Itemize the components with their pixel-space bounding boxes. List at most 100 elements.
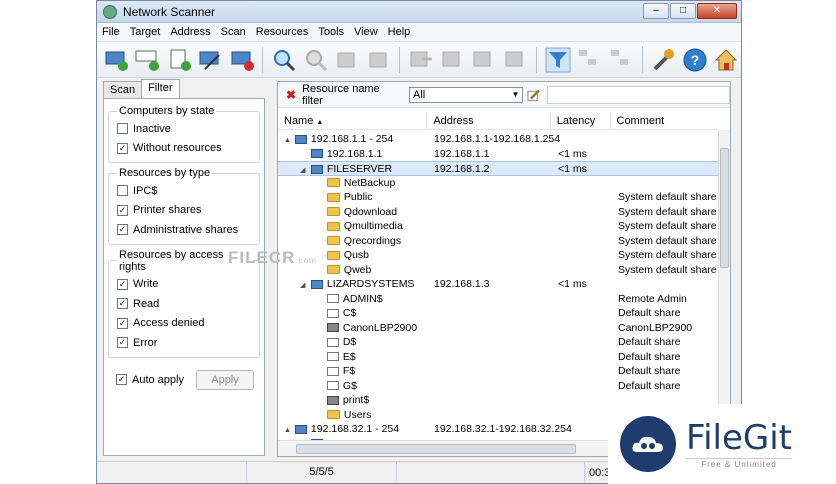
tree-collapse-button[interactable] (606, 45, 635, 75)
menu-resources[interactable]: Resources (251, 26, 314, 38)
folder-icon (326, 192, 340, 202)
tree-row[interactable]: Qdownload System default share (278, 205, 718, 220)
name-cell: Qmultimedia (316, 219, 403, 233)
filter-checkbox-row[interactable]: ✓ Administrative shares (117, 220, 253, 240)
tab-filter[interactable]: Filter (141, 79, 180, 98)
column-name[interactable]: Name ▲ (278, 112, 428, 129)
add-ip-range-button[interactable] (132, 45, 161, 75)
tree-row[interactable]: C$ Default share (278, 306, 718, 321)
tree-row[interactable]: Qusb System default share (278, 248, 718, 263)
tree-row[interactable]: Public System default share (278, 190, 718, 205)
filter-checkbox-row[interactable]: ✓ Access denied (117, 314, 253, 334)
tree-row[interactable]: Qweb System default share (278, 263, 718, 278)
vertical-scrollbar[interactable] (718, 130, 730, 440)
tree-row[interactable]: Qrecordings System default share (278, 234, 718, 249)
checkbox-label: Printer shares (133, 204, 202, 217)
filter-checkbox-row[interactable]: ✓ Without resources (117, 139, 253, 159)
filter-checkbox-row[interactable]: ✓ Read (117, 294, 253, 314)
filter-button[interactable] (543, 45, 572, 75)
comment-cell: System default share (618, 220, 717, 232)
add-from-file-button[interactable] (164, 45, 193, 75)
checkbox[interactable]: ✓ (117, 142, 128, 154)
tab-scan[interactable]: Scan (103, 81, 143, 98)
tree-row[interactable]: ◢ LIZARDSYSTEMS 192.168.1.3 <1 ms (278, 277, 718, 292)
comment-cell: Default share (618, 336, 681, 348)
close-button[interactable]: ✕ (697, 3, 737, 19)
filter-checkbox-row[interactable]: ✓ Printer shares (117, 201, 253, 221)
edit-filter-icon[interactable] (527, 88, 541, 102)
save-button[interactable] (438, 45, 467, 75)
menu-bar: File Target Address Scan Resources Tools… (97, 23, 741, 42)
checkbox[interactable]: ✓ (117, 298, 128, 310)
auto-apply-checkbox[interactable]: ✓ (116, 374, 127, 385)
checkbox[interactable]: ✓ (117, 204, 128, 216)
edit-target-button[interactable] (195, 45, 224, 75)
horizontal-scroll-thumb[interactable] (296, 444, 576, 454)
address-cell: 192.168.1.2 (434, 163, 490, 175)
resource-filter-select[interactable]: All ▼ (409, 86, 524, 103)
home-button[interactable] (712, 45, 741, 75)
filter-checkbox-row[interactable]: Inactive (117, 119, 253, 139)
tree-row[interactable]: NetBackup (278, 176, 718, 191)
start-scan-button[interactable] (269, 45, 298, 75)
filter-checkbox-row[interactable]: ✓ Error (117, 333, 253, 353)
tree-row[interactable]: ADMIN$ Remote Admin (278, 292, 718, 307)
tree-row[interactable]: E$ Default share (278, 350, 718, 365)
tree-row[interactable]: ▲ 192.168.1.1 - 254 192.168.1.1-192.168.1… (278, 132, 718, 147)
resource-name: 192.168.32.1 - 254 (310, 423, 400, 435)
remove-target-button[interactable] (227, 45, 256, 75)
tree-expand-button[interactable] (575, 45, 604, 75)
tree-row[interactable]: G$ Default share (278, 379, 718, 394)
pause-scan-button[interactable] (332, 45, 361, 75)
name-cell: F$ (316, 364, 355, 378)
stop-scan-button[interactable] (301, 45, 330, 75)
tree-row[interactable]: CanonLBP2900 CanonLBP2900 (278, 321, 718, 336)
menu-view[interactable]: View (349, 26, 383, 38)
sort-asc-icon: ▲ (316, 119, 324, 126)
tree-row[interactable]: D$ Default share (278, 335, 718, 350)
menu-file[interactable]: File (97, 26, 125, 38)
export-button[interactable] (406, 45, 435, 75)
options-button[interactable] (649, 45, 678, 75)
checkbox[interactable]: ✓ (117, 337, 128, 349)
filter-text-field[interactable] (546, 85, 730, 104)
name-cell: G$ (316, 379, 357, 393)
column-latency[interactable]: Latency (551, 112, 611, 129)
minimize-button[interactable]: ‒ (643, 3, 669, 19)
column-address[interactable]: Address (427, 112, 551, 129)
copy-button[interactable] (501, 45, 530, 75)
status-count: 5/5/5 (247, 462, 397, 483)
title-bar: Network Scanner ‒ □ ✕ (97, 1, 741, 23)
monitor-icon (294, 134, 307, 144)
add-computer-button[interactable] (101, 45, 130, 75)
checkbox[interactable]: ✓ (117, 317, 128, 329)
tree-row[interactable]: ◢ FILESERVER 192.168.1.2 <1 ms (278, 161, 718, 176)
help-button[interactable]: ? (680, 45, 709, 75)
tree-row[interactable]: F$ Default share (278, 364, 718, 379)
vertical-scroll-thumb[interactable] (720, 148, 729, 268)
menu-help[interactable]: Help (383, 26, 416, 38)
scan-resources-button[interactable] (364, 45, 393, 75)
status-cell-empty (97, 462, 247, 483)
print-button[interactable] (469, 45, 498, 75)
menu-target[interactable]: Target (125, 26, 166, 38)
checkbox[interactable]: ✓ (117, 278, 128, 290)
menu-address[interactable]: Address (165, 26, 215, 38)
menu-scan[interactable]: Scan (216, 26, 251, 38)
clear-filter-icon[interactable]: ✖ (286, 88, 296, 102)
checkbox-label: Administrative shares (133, 223, 239, 236)
share-icon (326, 381, 339, 391)
filecr-watermark: FILECR.com (228, 248, 317, 268)
checkbox[interactable]: ✓ (117, 224, 128, 236)
column-comment[interactable]: Comment (611, 112, 719, 129)
folder-icon (326, 221, 340, 231)
menu-tools[interactable]: Tools (313, 26, 349, 38)
tree-row[interactable]: Qmultimedia System default share (278, 219, 718, 234)
checkbox[interactable] (117, 123, 128, 135)
filter-checkbox-row[interactable]: IPC$ (117, 181, 253, 201)
filter-checkbox-row[interactable]: ✓ Write (117, 275, 253, 295)
tree-row[interactable]: 192.168.1.1 192.168.1.1 <1 ms (278, 147, 718, 162)
checkbox[interactable] (117, 185, 128, 197)
maximize-button[interactable]: □ (670, 3, 696, 19)
apply-button[interactable]: Apply (196, 369, 254, 390)
